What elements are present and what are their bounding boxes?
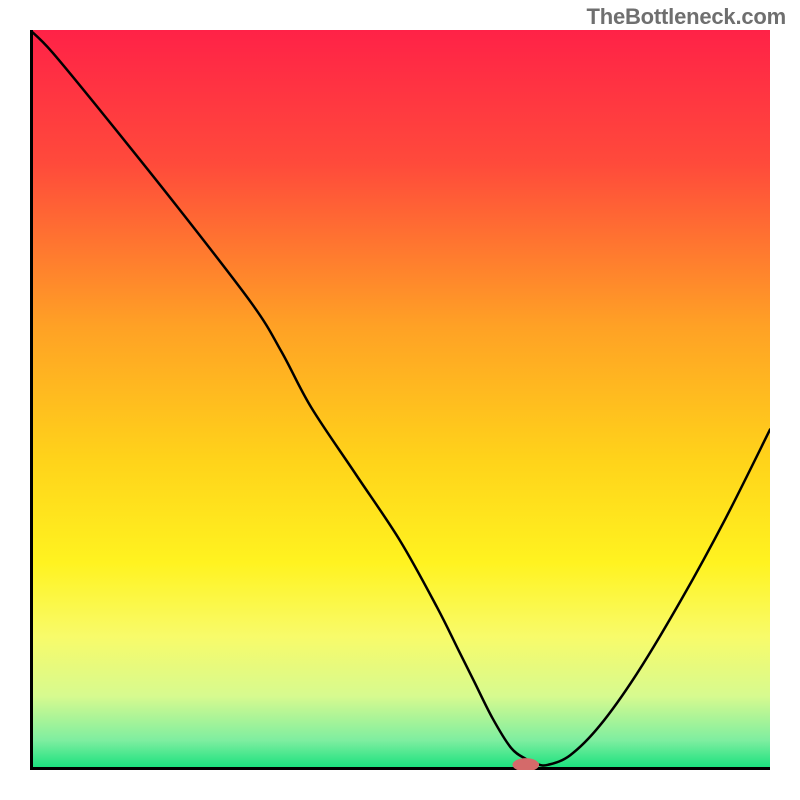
chart-background <box>30 30 770 770</box>
chart-svg <box>30 30 770 770</box>
plot-area <box>30 30 770 770</box>
watermark-text: TheBottleneck.com <box>586 4 786 30</box>
chart-container: TheBottleneck.com <box>0 0 800 800</box>
